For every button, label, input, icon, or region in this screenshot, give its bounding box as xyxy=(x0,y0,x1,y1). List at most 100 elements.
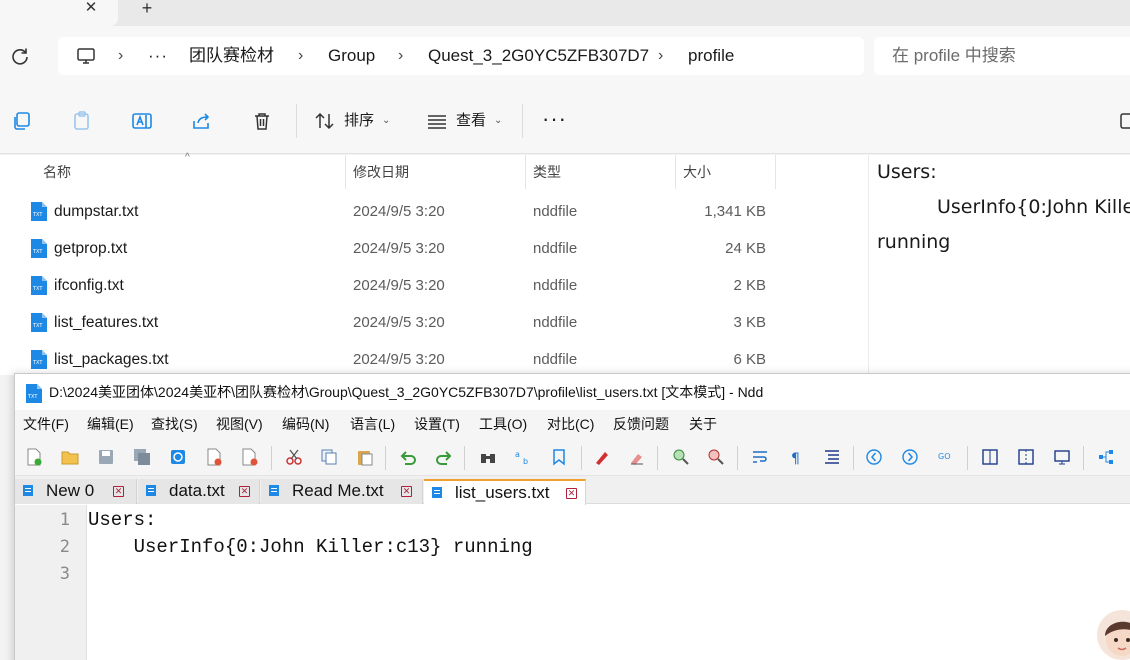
cut-icon[interactable] xyxy=(285,448,303,466)
close-tab-icon[interactable]: ✕ xyxy=(566,488,577,499)
chevron-right-icon: › xyxy=(298,47,304,64)
ndd-app-icon: TXT xyxy=(26,384,42,403)
breadcrumb-item[interactable]: profile xyxy=(688,37,734,75)
close-tab-icon[interactable]: ✕ xyxy=(239,486,250,497)
file-size: 2 KB xyxy=(733,277,766,294)
monitor-icon[interactable] xyxy=(1053,448,1071,466)
editor-tab[interactable]: New 0 ✕ xyxy=(15,479,137,504)
sort-button[interactable]: 排序 ⌄ xyxy=(314,108,394,134)
column-divider[interactable] xyxy=(525,155,526,189)
column-header-name[interactable]: 名称 xyxy=(43,155,71,189)
compare-icon[interactable] xyxy=(981,448,999,466)
paste-icon[interactable] xyxy=(71,110,93,132)
editor-tab-active[interactable]: list_users.txt ✕ xyxy=(424,479,586,505)
column-header-type[interactable]: 类型 xyxy=(533,155,561,189)
address-bar[interactable]: › ··· 团队赛检材 › Group › Quest_3_2G0YC5ZFB3… xyxy=(58,37,864,75)
refresh-icon[interactable] xyxy=(10,46,30,66)
bookmark-icon[interactable] xyxy=(550,448,568,466)
column-divider[interactable] xyxy=(345,155,346,189)
menu-file[interactable]: 文件(F) xyxy=(23,410,69,438)
editor-tab[interactable]: Read Me.txt ✕ xyxy=(261,479,423,504)
menu-language[interactable]: 语言(L) xyxy=(350,410,395,438)
open-folder-icon[interactable] xyxy=(61,448,79,466)
menu-bar: 文件(F) 编辑(E) 查找(S) 视图(V) 编码(N) 语言(L) 设置(T… xyxy=(15,410,1130,438)
next-icon[interactable] xyxy=(901,448,919,466)
toolbar-divider xyxy=(522,104,523,138)
replace-icon[interactable]: ab xyxy=(514,448,532,466)
eraser-icon[interactable] xyxy=(628,448,646,466)
breadcrumb-overflow[interactable]: ··· xyxy=(148,37,168,75)
menu-compare[interactable]: 对比(C) xyxy=(547,410,594,438)
new-file-icon[interactable] xyxy=(25,448,43,466)
delete-icon[interactable] xyxy=(251,110,273,132)
breadcrumb-item[interactable]: 团队赛检材 xyxy=(189,37,274,75)
word-wrap-icon[interactable] xyxy=(751,448,769,466)
menu-feedback[interactable]: 反馈问题 xyxy=(613,410,669,438)
preview-line: UserInfo{0:John Killer:c13} running xyxy=(937,196,1130,218)
new-tab-button[interactable]: + xyxy=(138,0,156,18)
share-icon[interactable] xyxy=(191,110,213,132)
svg-text:TXT: TXT xyxy=(32,323,43,329)
menu-encoding[interactable]: 编码(N) xyxy=(282,410,329,438)
column-header-modified[interactable]: 修改日期 xyxy=(353,155,409,189)
more-options-button[interactable]: ··· xyxy=(542,106,567,132)
previous-icon[interactable] xyxy=(865,448,883,466)
file-row[interactable]: TXT ifconfig.txt 2024/9/5 3:20 nddfile 2… xyxy=(0,267,868,304)
window-title-bar[interactable]: TXT D:\2024美亚团体\2024美亚杯\团队赛检材\Group\Ques… xyxy=(15,374,1130,410)
document-icon xyxy=(146,485,156,496)
search-input[interactable]: 在 profile 中搜索 xyxy=(874,37,1130,75)
split-view-icon[interactable] xyxy=(1017,448,1035,466)
menu-settings[interactable]: 设置(T) xyxy=(414,410,460,438)
reload-file-icon[interactable] xyxy=(169,448,187,466)
copy-icon[interactable] xyxy=(11,110,33,132)
close-tab-icon[interactable]: ✕ xyxy=(401,486,412,497)
text-editor[interactable]: 1 2 3 Users: UserInfo{0:John Killer:c13}… xyxy=(15,505,1130,660)
file-name: ifconfig.txt xyxy=(54,277,124,294)
editor-tab[interactable]: data.txt ✕ xyxy=(138,479,260,504)
details-pane-icon[interactable] xyxy=(1118,110,1130,132)
menu-about[interactable]: 关于 xyxy=(689,410,717,438)
line-number: 2 xyxy=(59,537,70,557)
breadcrumb-item[interactable]: Group xyxy=(328,37,375,75)
close-all-icon[interactable] xyxy=(241,448,259,466)
menu-tools[interactable]: 工具(O) xyxy=(479,410,527,438)
breadcrumb-item[interactable]: Quest_3_2G0YC5ZFB307D7 xyxy=(428,37,649,75)
paste-icon[interactable] xyxy=(356,448,374,466)
find-icon[interactable] xyxy=(479,448,497,466)
view-button[interactable]: 查看 ⌄ xyxy=(426,108,506,134)
code-line[interactable]: Users: xyxy=(88,509,156,531)
chevron-down-icon: ⌄ xyxy=(382,115,391,126)
show-symbols-icon[interactable]: ¶ xyxy=(787,448,805,466)
goto-icon[interactable]: GO xyxy=(937,448,955,466)
column-divider[interactable] xyxy=(775,155,776,189)
rename-icon[interactable] xyxy=(131,110,153,132)
close-tab-icon[interactable]: ✕ xyxy=(82,0,100,18)
svg-text:TXT: TXT xyxy=(27,394,38,400)
close-tab-icon[interactable]: ✕ xyxy=(113,486,124,497)
structure-icon[interactable] xyxy=(1097,448,1115,466)
file-row[interactable]: TXT dumpstar.txt 2024/9/5 3:20 nddfile 1… xyxy=(0,193,868,230)
redo-icon[interactable] xyxy=(435,448,453,466)
marker-icon[interactable] xyxy=(593,448,611,466)
file-row[interactable]: TXT list_features.txt 2024/9/5 3:20 nddf… xyxy=(0,304,868,341)
zoom-out-icon[interactable] xyxy=(707,448,725,466)
save-icon[interactable] xyxy=(97,448,115,466)
column-divider[interactable] xyxy=(675,155,676,189)
column-header-size[interactable]: 大小 xyxy=(683,155,711,189)
indent-guide-icon[interactable] xyxy=(823,448,841,466)
explorer-active-tab[interactable]: ✕ xyxy=(0,0,118,26)
sort-ascending-icon: ^ xyxy=(185,152,190,163)
menu-view[interactable]: 视图(V) xyxy=(216,410,263,438)
computer-icon[interactable] xyxy=(76,46,96,66)
code-line[interactable]: UserInfo{0:John Killer:c13} running xyxy=(88,536,533,558)
file-row[interactable]: TXT getprop.txt 2024/9/5 3:20 nddfile 24… xyxy=(0,230,868,267)
editor-toolbar: ab ¶ GO xyxy=(15,438,1130,476)
save-all-icon[interactable] xyxy=(133,448,151,466)
close-file-icon[interactable] xyxy=(205,448,223,466)
file-modified: 2024/9/5 3:20 xyxy=(353,314,445,331)
menu-find[interactable]: 查找(S) xyxy=(151,410,198,438)
undo-icon[interactable] xyxy=(399,448,417,466)
zoom-in-icon[interactable] xyxy=(672,448,690,466)
menu-edit[interactable]: 编辑(E) xyxy=(87,410,134,438)
copy-icon[interactable] xyxy=(320,448,338,466)
